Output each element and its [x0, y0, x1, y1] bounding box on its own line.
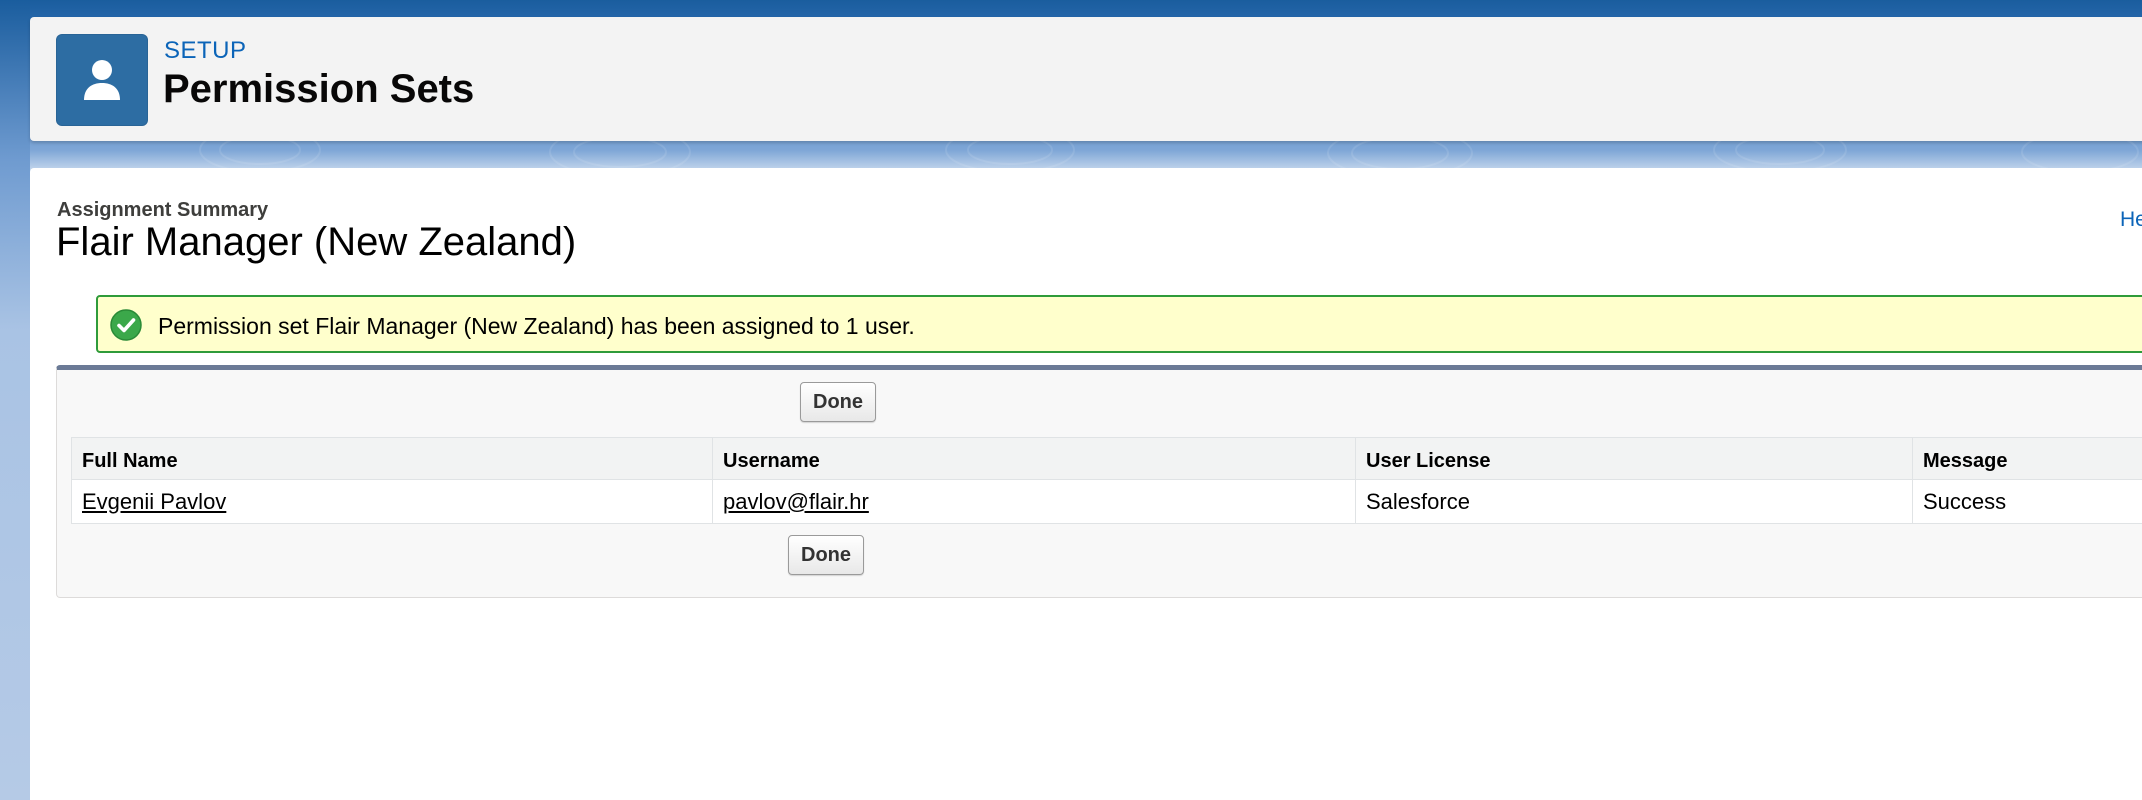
page-header: SETUP Permission Sets [30, 17, 2142, 141]
assignment-results-block: Done Full Name Username User License Mes… [56, 365, 2142, 598]
cell-message: Success [1912, 479, 2142, 524]
cell-username: pavlov@flair.hr [712, 479, 1356, 524]
content-area: Assignment Summary Flair Manager (New Ze… [30, 168, 2142, 800]
column-header-full-name: Full Name [71, 437, 713, 480]
user-icon [56, 34, 148, 126]
table-header-row: Full Name Username User License Message [71, 437, 2142, 480]
help-link[interactable]: He [2120, 208, 2142, 232]
table-row: Evgenii Pavlov pavlov@flair.hr Salesforc… [71, 479, 2142, 524]
assignment-results-table: Full Name Username User License Message … [71, 437, 2142, 524]
column-header-user-license: User License [1355, 437, 1913, 480]
done-button-top[interactable]: Done [800, 382, 876, 422]
summary-label: Assignment Summary [57, 199, 269, 221]
column-header-message: Message [1912, 437, 2142, 480]
cell-full-name: Evgenii Pavlov [71, 479, 713, 524]
success-message-banner: Permission set Flair Manager (New Zealan… [96, 295, 2142, 353]
done-button-bottom[interactable]: Done [788, 535, 864, 575]
cell-user-license: Salesforce [1355, 479, 1913, 524]
user-full-name-link[interactable]: Evgenii Pavlov [82, 489, 226, 514]
left-background-strip [0, 0, 30, 800]
username-link[interactable]: pavlov@flair.hr [723, 489, 869, 514]
checkmark-circle-icon [110, 309, 142, 341]
column-header-username: Username [712, 437, 1356, 480]
success-message-text: Permission set Flair Manager (New Zealan… [158, 313, 915, 339]
permission-set-title: Flair Manager (New Zealand) [56, 220, 577, 264]
page-title: Permission Sets [163, 67, 475, 111]
header-eyebrow: SETUP [164, 37, 247, 64]
